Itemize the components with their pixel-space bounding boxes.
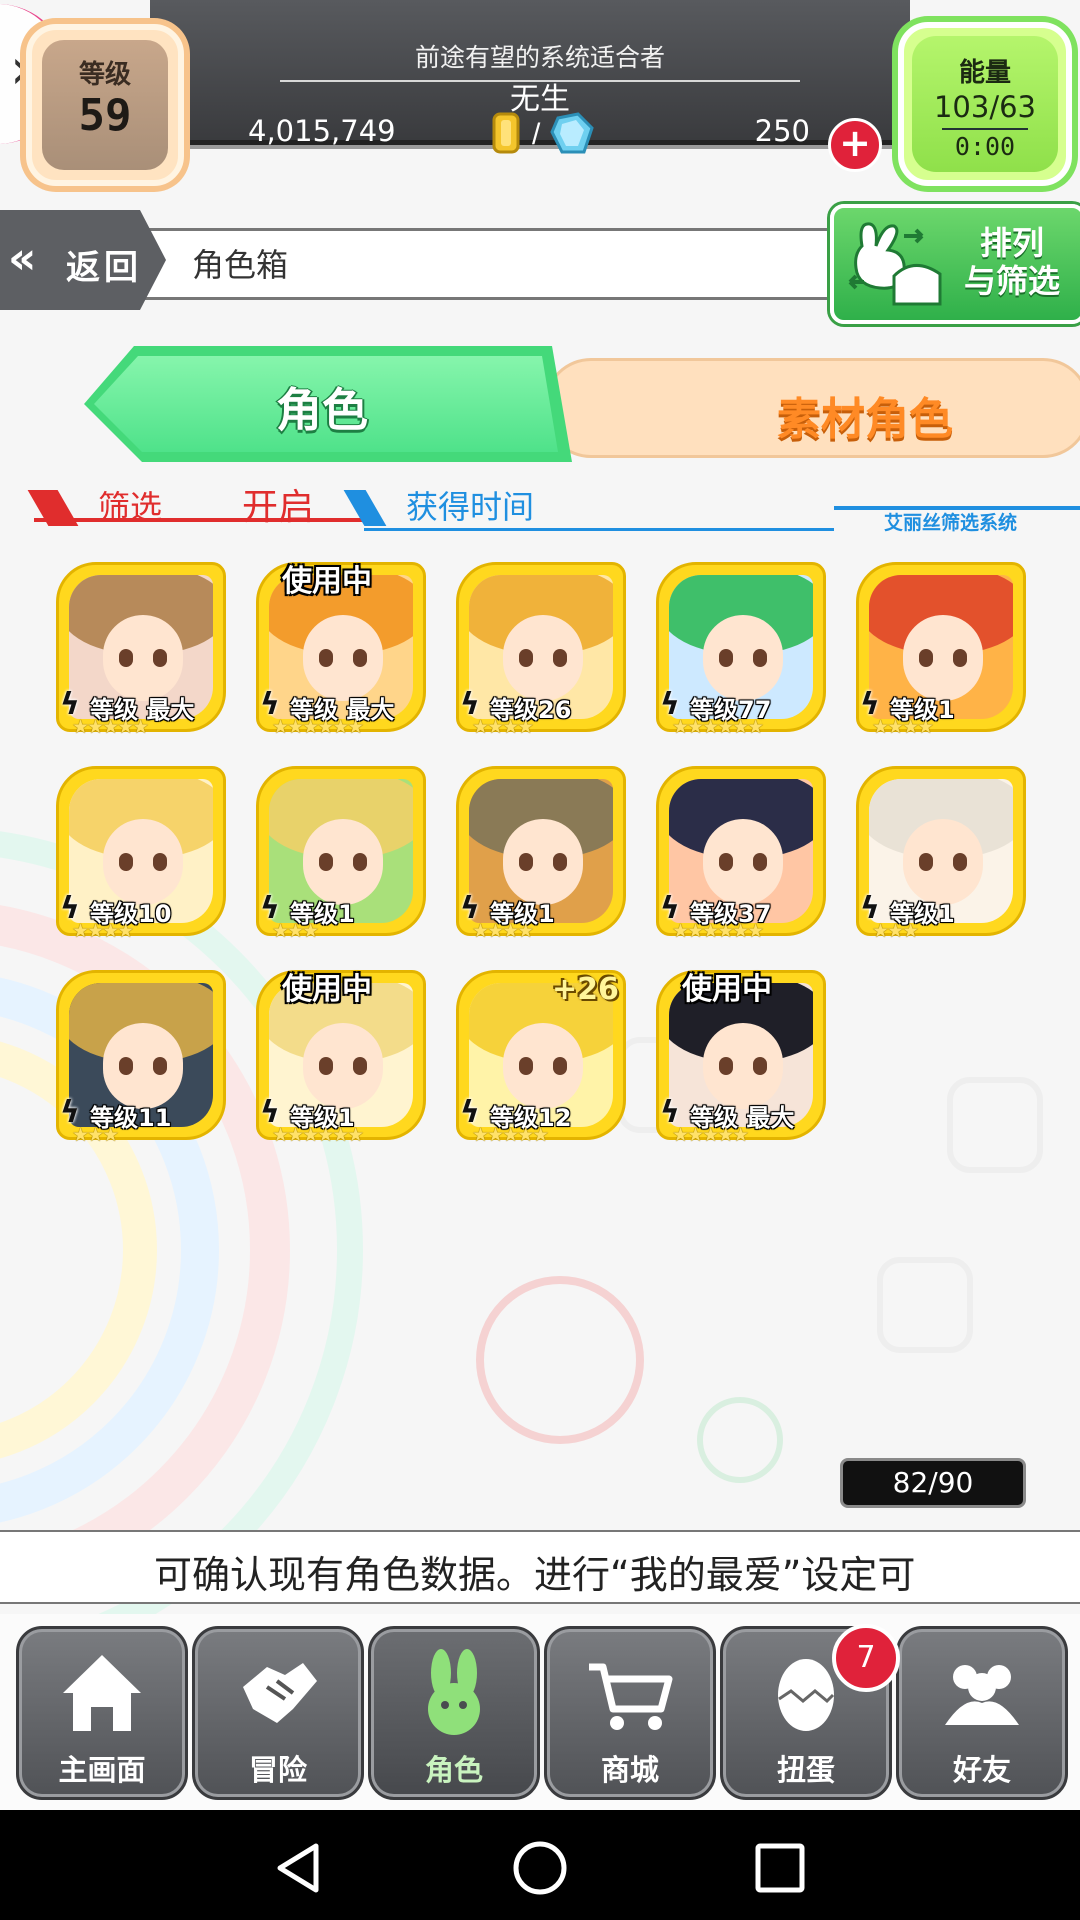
nav-label: 扭蛋 [776,1753,835,1787]
friends-icon [945,1665,1019,1725]
nav-label: 冒险 [248,1753,307,1787]
character-card[interactable]: ϟ 等级37 ★★★★★★ [656,766,826,944]
bottom-navigation: 主画面 冒险 角色 商城 扭蛋 好友 [0,1614,1080,1810]
rarity-stars: ★★★★★ [472,1124,549,1146]
recents-square-icon[interactable] [752,1840,808,1896]
sort-underline [364,528,834,531]
filter-system-label: 艾丽丝筛选系统 [884,512,1018,534]
gacha-notification-badge: 7 [832,1624,900,1692]
add-gem-button[interactable]: + [828,118,882,172]
rarity-stars: ★★★★ [72,920,134,942]
top-status-bar: › 等级 59 前途有望的系统适合者 无生 4,015,749 / 250 + … [0,0,1080,200]
rarity-stars: ★★★★★ [672,1124,749,1146]
rarity-stars: ★★★★★★ [672,920,764,942]
nav-label: 好友 [952,1753,1011,1787]
plus-icon: + [839,121,871,165]
crystal-icon [550,112,594,154]
energy-divider [942,128,1028,130]
in-use-badge: 使用中 [682,972,772,1007]
sort-filter-label-line1: 排列 [979,224,1044,262]
sort-filter-label: 排列 与筛选 [952,224,1072,300]
character-card[interactable]: ϟ 等级10 ★★★★ [56,766,226,944]
info-message-bar: 可确认现有角色数据。进行“我的最爱”设定可 [0,1530,1080,1604]
filter-label[interactable]: 筛选 [98,482,162,528]
rank-value: 59 [78,90,132,141]
energy-timer: 0:00 [954,132,1016,161]
inventory-count: 82/90 [840,1458,1026,1508]
page-title: 角色箱 [192,246,289,284]
gem-amount: 250 [754,114,810,148]
rarity-stars: ★★★★★★ [672,716,764,738]
character-card[interactable]: ϟ 等级1 ★★★★ [856,562,1026,740]
double-chevron-left-icon: « [8,233,37,284]
nav-rabbit-button[interactable]: 角色 [368,1626,540,1800]
rarity-stars: ★★★ [272,920,319,942]
character-card[interactable]: ϟ 等级1 ★★★★★★ 使用中 [256,970,426,1148]
nav-friends-button[interactable]: 好友 [896,1626,1068,1800]
currency-separator: / [532,118,541,151]
character-card[interactable]: ϟ 等级26 ★★★★ [456,562,626,740]
filter-row: 筛选 开启 获得时间 艾丽丝筛选系统 [27,478,1080,534]
character-card[interactable]: ϟ 等级 最大 ★★★★★★ 使用中 [256,562,426,740]
character-card[interactable]: ϟ 等级 最大 ★★★★★ [56,562,226,740]
character-card[interactable]: ϟ 等级1 ★★★ [256,766,426,944]
nav-label: 商城 [600,1753,659,1787]
rarity-stars: ★★★★★★ [272,1124,364,1146]
tab-material-characters-label: 素材角色 [777,394,953,445]
in-use-badge: 使用中 [282,972,372,1007]
character-card[interactable]: ϟ 等级 最大 ★★★★★ 使用中 [656,970,826,1148]
character-card[interactable]: ϟ 等级77 ★★★★★★ [656,562,826,740]
character-tab-group: 素材角色 角色 [84,346,1080,462]
currency-icons: / [492,112,594,154]
tab-material-characters[interactable]: 素材角色 [544,358,1080,458]
rarity-stars: ★★★★ [472,920,534,942]
energy-gauge: 能量 103/63 0:00 [898,22,1072,186]
character-card[interactable]: ϟ 等级1 ★★★ [856,766,1026,944]
system-navigation-bar [0,1810,1080,1920]
tab-characters-label: 角色 [276,383,368,437]
tab-characters[interactable]: 角色 [84,346,572,462]
home-icon [63,1655,141,1731]
nav-label: 主画面 [58,1753,146,1787]
sort-filter-button[interactable]: 排列 与筛选 [830,204,1080,324]
rabbit-icon [428,1649,480,1735]
back-triangle-icon[interactable] [272,1840,328,1896]
rarity-stars: ★★★★★★ [272,716,364,738]
filter-underline [34,518,364,522]
rarity-stars: ★★★★★ [72,716,149,738]
rarity-stars: ★★★★ [872,716,934,738]
in-use-badge: 使用中 [282,564,372,599]
character-card[interactable]: ϟ 等级1 ★★★★ [456,766,626,944]
gold-coin-icon [492,112,520,154]
energy-value: 103/63 [933,90,1037,124]
sort-filter-label-line2: 与筛选 [963,262,1060,300]
nav-cart-button[interactable]: 商城 [544,1626,716,1800]
energy-label: 能量 [958,58,1011,88]
player-rank-badge: 等级 59 [26,24,184,186]
back-button[interactable]: « 返回 [0,210,166,310]
sort-key[interactable]: 获得时间 [406,482,534,528]
nav-label: 角色 [424,1753,483,1787]
rarity-stars: ★★★★ [472,716,534,738]
back-label: 返回 [66,248,142,288]
info-message-text: 可确认现有角色数据。进行“我的最爱”设定可 [154,1553,916,1597]
sort-filter-icon [848,222,942,306]
character-card[interactable]: ϟ 等级11 ★★★ [56,970,226,1148]
rarity-stars: ★★★ [72,1124,119,1146]
home-circle-icon[interactable] [512,1840,568,1896]
handshake-icon [243,1663,317,1723]
cart-icon [589,1663,673,1730]
nav-home-button[interactable]: 主画面 [16,1626,188,1800]
money-amount: 4,015,749 [248,114,396,148]
rarity-stars: ★★★ [872,920,919,942]
rank-label: 等级 [78,60,131,90]
filter-state[interactable]: 开启 [242,478,314,530]
character-card[interactable]: ϟ 等级12 ★★★★★ +26 [456,970,626,1148]
nav-handshake-button[interactable]: 冒险 [192,1626,364,1800]
plus-value-badge: +26 [552,972,619,1007]
